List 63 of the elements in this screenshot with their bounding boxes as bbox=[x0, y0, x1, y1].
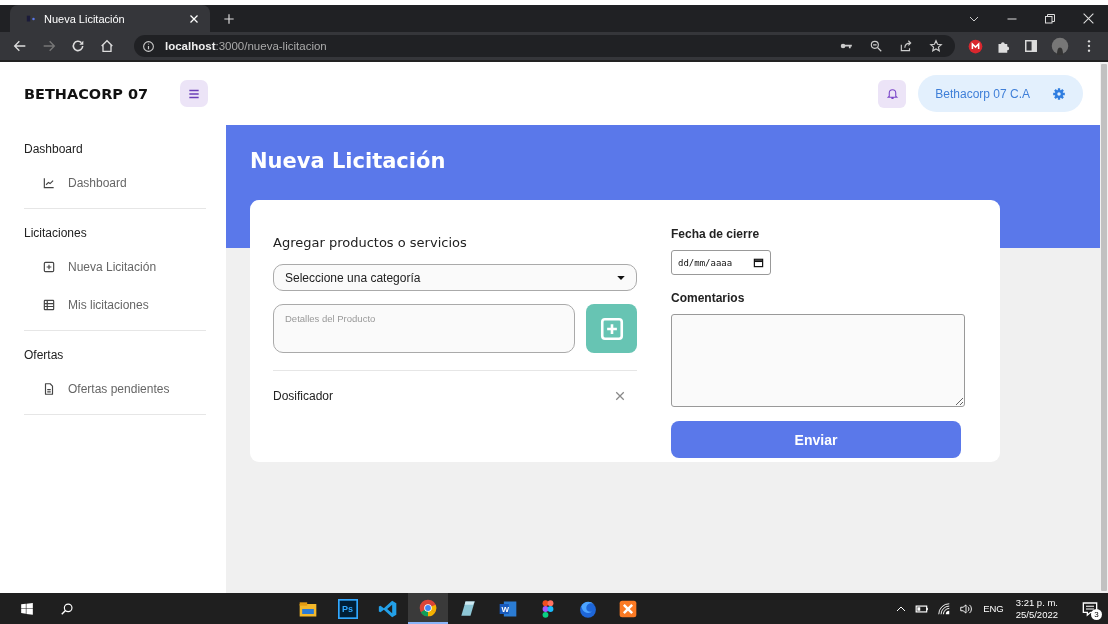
brand-logo: BETHACORP 07 bbox=[24, 85, 149, 102]
comments-field[interactable] bbox=[671, 314, 965, 407]
menu-button[interactable] bbox=[180, 80, 208, 107]
product-name: Dosificador bbox=[273, 389, 334, 403]
remove-icon[interactable] bbox=[615, 391, 625, 401]
home-icon[interactable] bbox=[99, 38, 115, 54]
extension-icon[interactable] bbox=[968, 38, 983, 54]
chat-icon bbox=[1082, 600, 1098, 617]
star-icon[interactable] bbox=[929, 39, 943, 53]
field-label: Fecha de cierre bbox=[671, 227, 760, 241]
account-button[interactable]: Bethacorp 07 C.A bbox=[918, 75, 1083, 112]
details-field[interactable]: Detalles del Producto bbox=[273, 304, 575, 353]
language-indicator[interactable]: ENG bbox=[983, 603, 1004, 614]
photoshop-icon bbox=[337, 598, 358, 619]
notifications-button[interactable]: 3 bbox=[1072, 593, 1108, 624]
notifications-button[interactable] bbox=[878, 79, 907, 108]
bell-icon bbox=[885, 87, 899, 100]
date-field[interactable]: dd/mm/aaaa bbox=[671, 250, 771, 275]
close-icon bbox=[188, 12, 200, 25]
zoom-out-icon[interactable] bbox=[869, 39, 883, 53]
add-icon bbox=[598, 315, 625, 342]
section-title: Agregar productos o servicios bbox=[273, 235, 467, 250]
section-heading: Dashboard bbox=[24, 142, 84, 156]
document-icon bbox=[42, 382, 56, 396]
url-text: localhost:3000/nueva-licitacion bbox=[165, 40, 327, 52]
taskbar-app[interactable]: Ps bbox=[327, 593, 368, 624]
browser-icon bbox=[417, 597, 438, 618]
field-label: Comentarios bbox=[671, 291, 745, 305]
page-title: Nueva Licitación bbox=[250, 148, 446, 173]
wifi-icon[interactable] bbox=[937, 601, 952, 616]
section-heading: Ofertas bbox=[24, 348, 65, 362]
volume-icon[interactable] bbox=[959, 601, 974, 616]
clock[interactable]: 3:21 p. m. 25/5/2022 bbox=[1015, 596, 1058, 621]
sidebar-item[interactable]: Nueva Licitación bbox=[24, 256, 206, 278]
share-icon[interactable] bbox=[899, 39, 913, 53]
start-icon[interactable] bbox=[20, 601, 34, 616]
restore-icon[interactable] bbox=[1044, 12, 1056, 25]
reload-icon[interactable] bbox=[70, 38, 86, 54]
sidebar-item[interactable]: Ofertas pendientes bbox=[24, 378, 206, 400]
section-heading: Licitaciones bbox=[24, 226, 88, 240]
taskbar-app[interactable] bbox=[407, 593, 448, 624]
sidebar-item[interactable]: Dashboard bbox=[24, 172, 206, 194]
address-bar[interactable]: localhost:3000/nueva-licitacion bbox=[134, 35, 955, 57]
submit-button[interactable]: Enviar bbox=[671, 421, 961, 458]
add-icon bbox=[42, 260, 56, 274]
search-icon[interactable] bbox=[60, 601, 74, 616]
sidebar-item[interactable]: Mis licitaciones bbox=[24, 294, 206, 316]
scrollbar[interactable] bbox=[1100, 62, 1108, 593]
category-select[interactable]: Seleccione una categoría bbox=[273, 264, 637, 291]
close-icon[interactable] bbox=[1082, 12, 1095, 25]
favicon-icon bbox=[26, 13, 36, 24]
info-icon bbox=[142, 39, 155, 53]
taskbar-app[interactable]: W bbox=[487, 593, 528, 624]
new-tab-icon[interactable] bbox=[222, 11, 236, 26]
avatar-icon[interactable] bbox=[1051, 37, 1069, 55]
code-editor-icon bbox=[377, 598, 398, 619]
chart-icon bbox=[42, 176, 56, 190]
table-icon bbox=[42, 298, 56, 312]
back-icon[interactable] bbox=[12, 38, 28, 54]
browser-tab[interactable]: Nueva Licitación bbox=[10, 5, 210, 32]
gear-icon bbox=[1052, 86, 1066, 101]
side-panel-icon[interactable] bbox=[1024, 39, 1038, 53]
calendar-icon bbox=[753, 257, 764, 268]
